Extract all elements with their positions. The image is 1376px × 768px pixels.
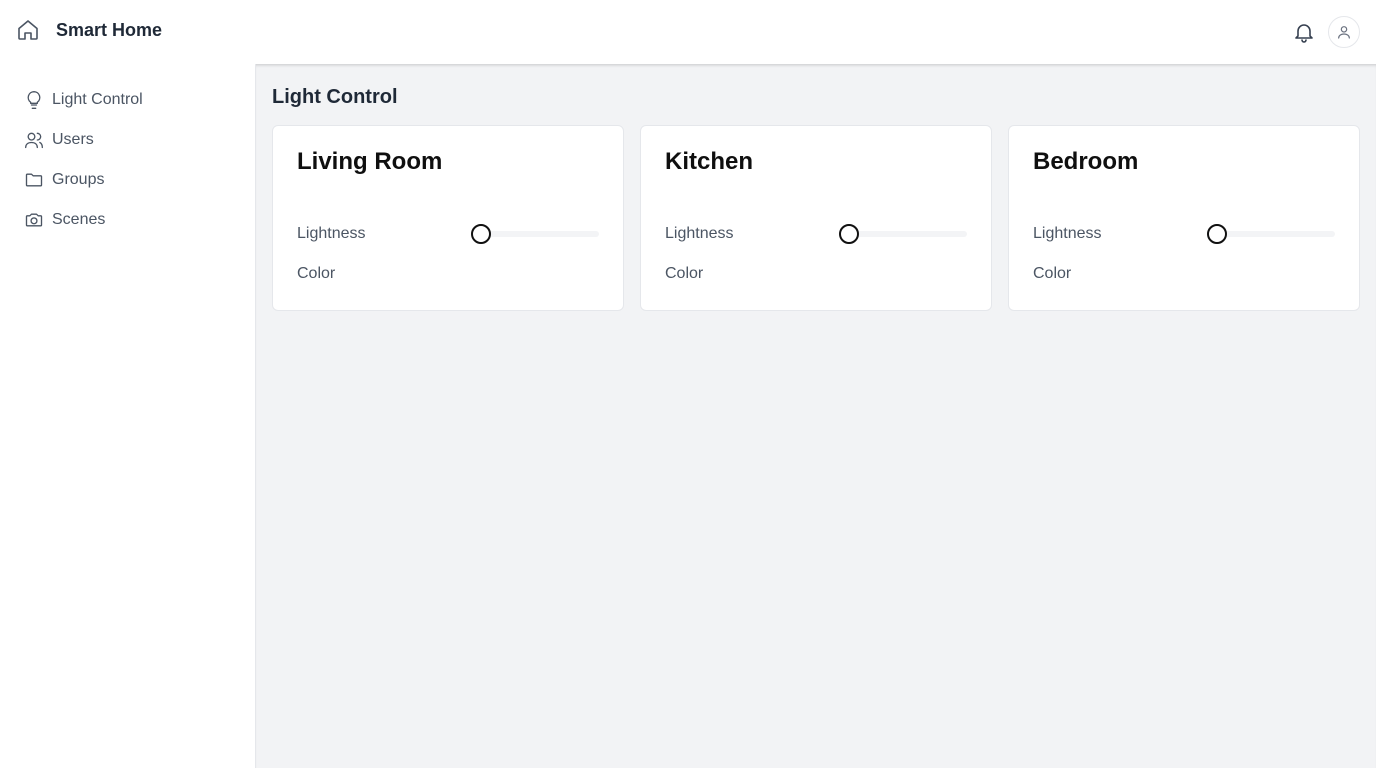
bell-icon [1292,20,1316,44]
lightness-slider[interactable] [1207,222,1335,246]
main-content: Light Control Living Room Lightness Colo… [256,64,1376,768]
lightness-slider[interactable] [839,222,967,246]
sidebar: Light Control Users Groups Scenes [0,64,256,768]
room-name: Living Room [297,148,443,175]
lightness-slider[interactable] [471,222,599,246]
lightness-label: Lightness [665,225,734,242]
sidebar-item-groups[interactable]: Groups [0,160,255,200]
color-label: Color [297,265,336,282]
camera-icon [24,210,44,230]
color-label: Color [665,265,704,282]
page-title: Light Control [272,86,398,108]
lightness-label: Lightness [1033,225,1102,242]
room-name: Bedroom [1033,148,1139,175]
room-name: Kitchen [665,148,754,175]
header-actions [1288,16,1360,48]
room-card-living-room: Living Room Lightness Color [272,125,624,311]
color-label: Color [1033,265,1072,282]
notifications-button[interactable] [1288,16,1320,48]
user-icon [1336,24,1352,40]
color-row: Color [1033,262,1335,286]
lightness-row: Lightness [297,222,599,246]
sidebar-item-label: Light Control [52,91,143,108]
color-row: Color [297,262,599,286]
lightness-label: Lightness [297,225,366,242]
lightness-row: Lightness [665,222,967,246]
slider-thumb[interactable] [839,224,859,244]
sidebar-item-label: Users [52,131,94,148]
folder-icon [24,170,44,190]
slider-thumb[interactable] [1207,224,1227,244]
home-icon [16,18,40,42]
sidebar-item-light-control[interactable]: Light Control [0,80,255,120]
app-title: Smart Home [56,19,163,40]
sidebar-item-label: Scenes [52,211,106,228]
slider-thumb[interactable] [471,224,491,244]
lightbulb-icon [24,90,44,110]
sidebar-item-users[interactable]: Users [0,120,255,160]
room-card-bedroom: Bedroom Lightness Color [1008,125,1360,311]
sidebar-item-label: Groups [52,171,105,188]
users-icon [24,130,44,150]
lightness-row: Lightness [1033,222,1335,246]
room-cards: Living Room Lightness Color Kitchen Ligh… [272,125,1360,311]
brand[interactable]: Smart Home [16,18,162,42]
color-row: Color [665,262,967,286]
sidebar-item-scenes[interactable]: Scenes [0,200,255,240]
room-card-kitchen: Kitchen Lightness Color [640,125,992,311]
top-header: Smart Home [0,0,1376,64]
user-menu-button[interactable] [1328,16,1360,48]
